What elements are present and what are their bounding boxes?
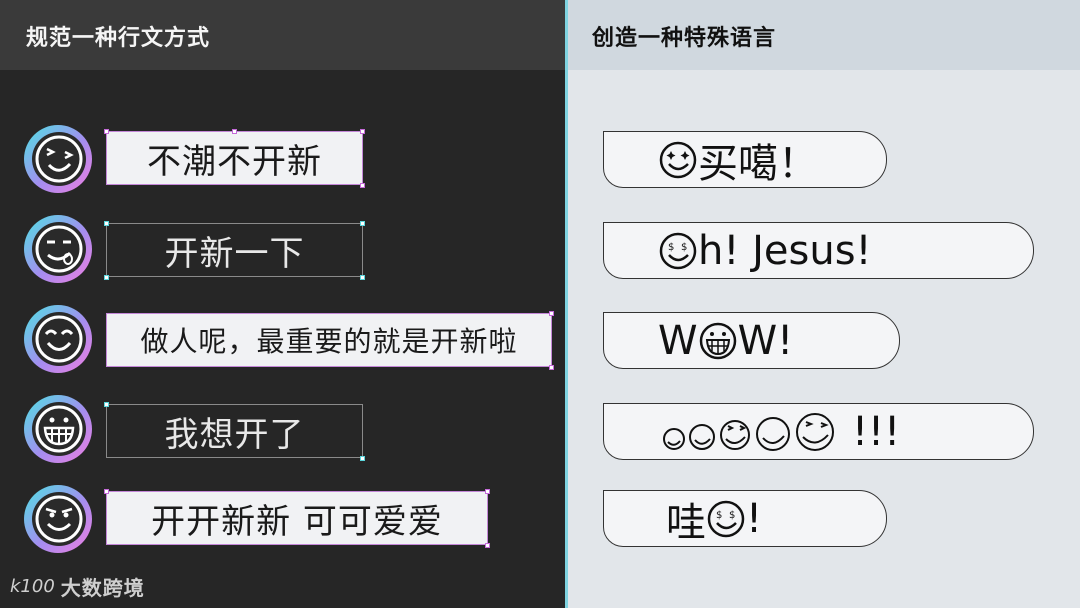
bubble-pre-3: W bbox=[658, 317, 698, 364]
selection-handle bbox=[232, 129, 237, 134]
row-text-5: 开开新新 可可爱爱 bbox=[106, 491, 488, 545]
row-text-2: 开新一下 bbox=[106, 223, 363, 277]
selection-handle bbox=[360, 221, 365, 226]
selection-handle bbox=[549, 365, 554, 370]
selection-handle bbox=[104, 402, 109, 407]
bubble-text-5: ! bbox=[746, 495, 763, 542]
bubble-text-4: !!! bbox=[852, 408, 901, 455]
bubble-text-1: 买噶！ bbox=[698, 140, 818, 187]
selection-handle bbox=[360, 183, 365, 188]
bubble-pre-5: 哇 bbox=[666, 499, 706, 546]
selection-handle bbox=[360, 275, 365, 280]
selection-handle bbox=[549, 311, 554, 316]
selection-handle bbox=[104, 275, 109, 280]
selection-handle bbox=[104, 489, 109, 494]
right-panel: 创造一种特殊语言 买噶！ $ $ h! Jesus! W W! !!! 哇 $ … bbox=[565, 0, 1080, 608]
selection-handle bbox=[104, 129, 109, 134]
speech-bubble-1: 买噶！ bbox=[603, 131, 887, 188]
row-text-4: 我想开了 bbox=[106, 404, 363, 458]
row-text-1: 不潮不开新 bbox=[106, 131, 363, 185]
wink-tongue-icon bbox=[24, 125, 92, 193]
left-panel: 规范一种行文方式 不潮不开新 开新一下 做人呢，最重要的就是开新啦 我想开了 开… bbox=[0, 0, 565, 608]
selection-handle bbox=[360, 129, 365, 134]
watermark: k100 大数跨境 bbox=[10, 572, 145, 601]
money-eyes-icon: $ $ bbox=[707, 500, 745, 537]
speech-bubble-2: $ $ h! Jesus! bbox=[603, 222, 1034, 279]
happy-eyes-icon bbox=[24, 305, 92, 373]
wink-smiles-icon bbox=[663, 412, 834, 451]
svg-text:$: $ bbox=[681, 242, 687, 253]
selection-handle bbox=[104, 221, 109, 226]
selection-handle bbox=[485, 489, 490, 494]
smirk-tongue-icon bbox=[24, 215, 92, 283]
cheeky-smile-icon bbox=[24, 485, 92, 553]
watermark-text: 大数跨境 bbox=[60, 576, 145, 600]
right-title: 创造一种特殊语言 bbox=[592, 26, 777, 51]
selection-handle bbox=[485, 543, 490, 548]
svg-text:$: $ bbox=[668, 242, 674, 253]
bubble-text-3: W! bbox=[737, 317, 794, 364]
svg-text:$: $ bbox=[729, 510, 735, 521]
speech-bubble-4: !!! bbox=[603, 403, 1034, 460]
money-eyes-icon: $ $ bbox=[659, 232, 697, 269]
svg-text:$: $ bbox=[716, 510, 722, 521]
left-header: 规范一种行文方式 bbox=[0, 0, 565, 70]
row-text-3: 做人呢，最重要的就是开新啦 bbox=[106, 313, 552, 367]
right-header: 创造一种特殊语言 bbox=[568, 0, 1080, 70]
bubble-text-2: h! Jesus! bbox=[698, 227, 872, 274]
grin-teeth-icon bbox=[24, 395, 92, 463]
left-title: 规范一种行文方式 bbox=[26, 26, 211, 51]
selection-handle bbox=[360, 456, 365, 461]
sparkle-eyes-icon bbox=[659, 141, 697, 178]
speech-bubble-3: W W! bbox=[603, 312, 900, 369]
watermark-logo: k100 bbox=[10, 576, 55, 597]
speech-bubble-5: 哇 $ $ ! bbox=[603, 490, 887, 547]
grin-teeth-icon bbox=[699, 322, 736, 359]
